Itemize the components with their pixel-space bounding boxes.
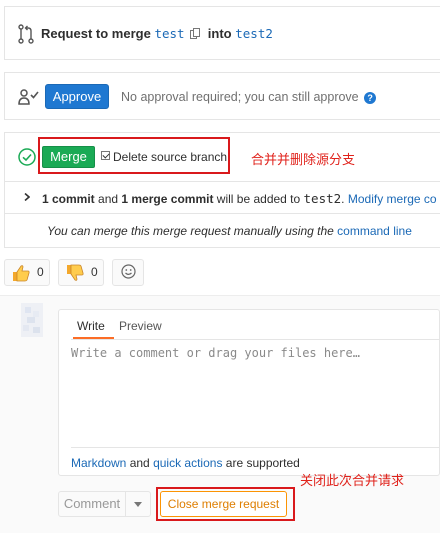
thumbs-up-icon — [13, 265, 30, 282]
avatar — [21, 303, 43, 337]
manual-merge-row: You can merge this merge request manuall… — [5, 213, 440, 248]
footer-supported: are supported — [225, 456, 300, 470]
comment-dropdown-toggle[interactable] — [125, 491, 151, 517]
tab-preview[interactable]: Preview — [119, 319, 162, 333]
merge-request-icon — [18, 24, 34, 44]
add-reaction-button[interactable] — [112, 259, 144, 286]
close-merge-request-button[interactable]: Close merge request — [160, 491, 287, 517]
thumbs-down-button[interactable]: 0 — [58, 259, 104, 286]
copy-icon[interactable] — [190, 28, 201, 39]
commit-count: 1 commit — [42, 192, 95, 206]
approval-note: No approval required; you can still appr… — [121, 90, 377, 104]
annotation-merge-delete: 合并并删除源分支 — [251, 152, 356, 167]
comment-tabs: Write Preview — [71, 310, 439, 340]
commits-suffix: will be added to — [216, 192, 301, 206]
merge-panel: Merge Delete source branch 合并并删除源分支 1 co… — [4, 132, 440, 248]
markdown-link[interactable]: Markdown — [71, 456, 126, 470]
delete-source-checkbox[interactable] — [101, 151, 110, 160]
approver-icon — [18, 89, 39, 105]
tab-write[interactable]: Write — [77, 319, 105, 333]
footer-and: and — [129, 456, 150, 470]
commits-target-branch: test2 — [303, 191, 342, 206]
comment-button[interactable]: Comment — [58, 491, 126, 517]
status-check-icon — [18, 148, 36, 166]
manual-merge-desc: You can merge this merge request manuall… — [47, 224, 334, 238]
merge-request-header: Request to merge test into test2 — [4, 6, 440, 60]
annotation-close-request: 关闭此次合并请求 — [300, 473, 405, 488]
chevron-down-icon — [134, 502, 142, 507]
delete-source-label[interactable]: Delete source branch — [113, 150, 227, 164]
merge-button[interactable]: Merge — [42, 146, 95, 168]
smiley-icon — [121, 264, 136, 279]
commits-and: and — [98, 192, 119, 206]
active-tab-indicator — [73, 337, 114, 339]
manual-merge-text: You can merge this merge request manuall… — [47, 224, 412, 238]
source-branch-link[interactable]: test — [154, 26, 184, 41]
command-line-link[interactable]: command line — [337, 224, 412, 238]
commits-dot: . — [341, 192, 345, 206]
chevron-right-icon[interactable] — [24, 193, 30, 201]
approve-button[interactable]: Approve — [45, 84, 109, 109]
comment-textarea[interactable] — [71, 346, 427, 446]
commits-row: 1 commit and 1 merge commit will be adde… — [5, 181, 440, 212]
thumbs-up-button[interactable]: 0 — [4, 259, 50, 286]
modify-merge-commit-link[interactable]: Modify merge co — [348, 192, 437, 206]
commits-info: 1 commit and 1 merge commit will be adde… — [42, 191, 437, 206]
approval-note-text: No approval required; you can still appr… — [121, 90, 359, 104]
comment-form: Write Preview Markdown and quick actions… — [58, 309, 440, 476]
help-icon[interactable]: ? — [364, 92, 377, 104]
thumbs-down-count: 0 — [91, 265, 98, 279]
thumbs-down-icon — [67, 264, 84, 281]
approval-panel: Approve No approval required; you can st… — [4, 72, 440, 120]
merge-commit-count: 1 merge commit — [121, 192, 214, 206]
merge-request-title: Request to merge test into test2 — [41, 26, 273, 41]
title-into: into — [207, 26, 232, 41]
title-prefix: Request to merge — [41, 26, 151, 41]
quick-actions-link[interactable]: quick actions — [153, 456, 222, 470]
target-branch-link[interactable]: test2 — [235, 26, 273, 41]
thumbs-up-count: 0 — [37, 265, 44, 279]
